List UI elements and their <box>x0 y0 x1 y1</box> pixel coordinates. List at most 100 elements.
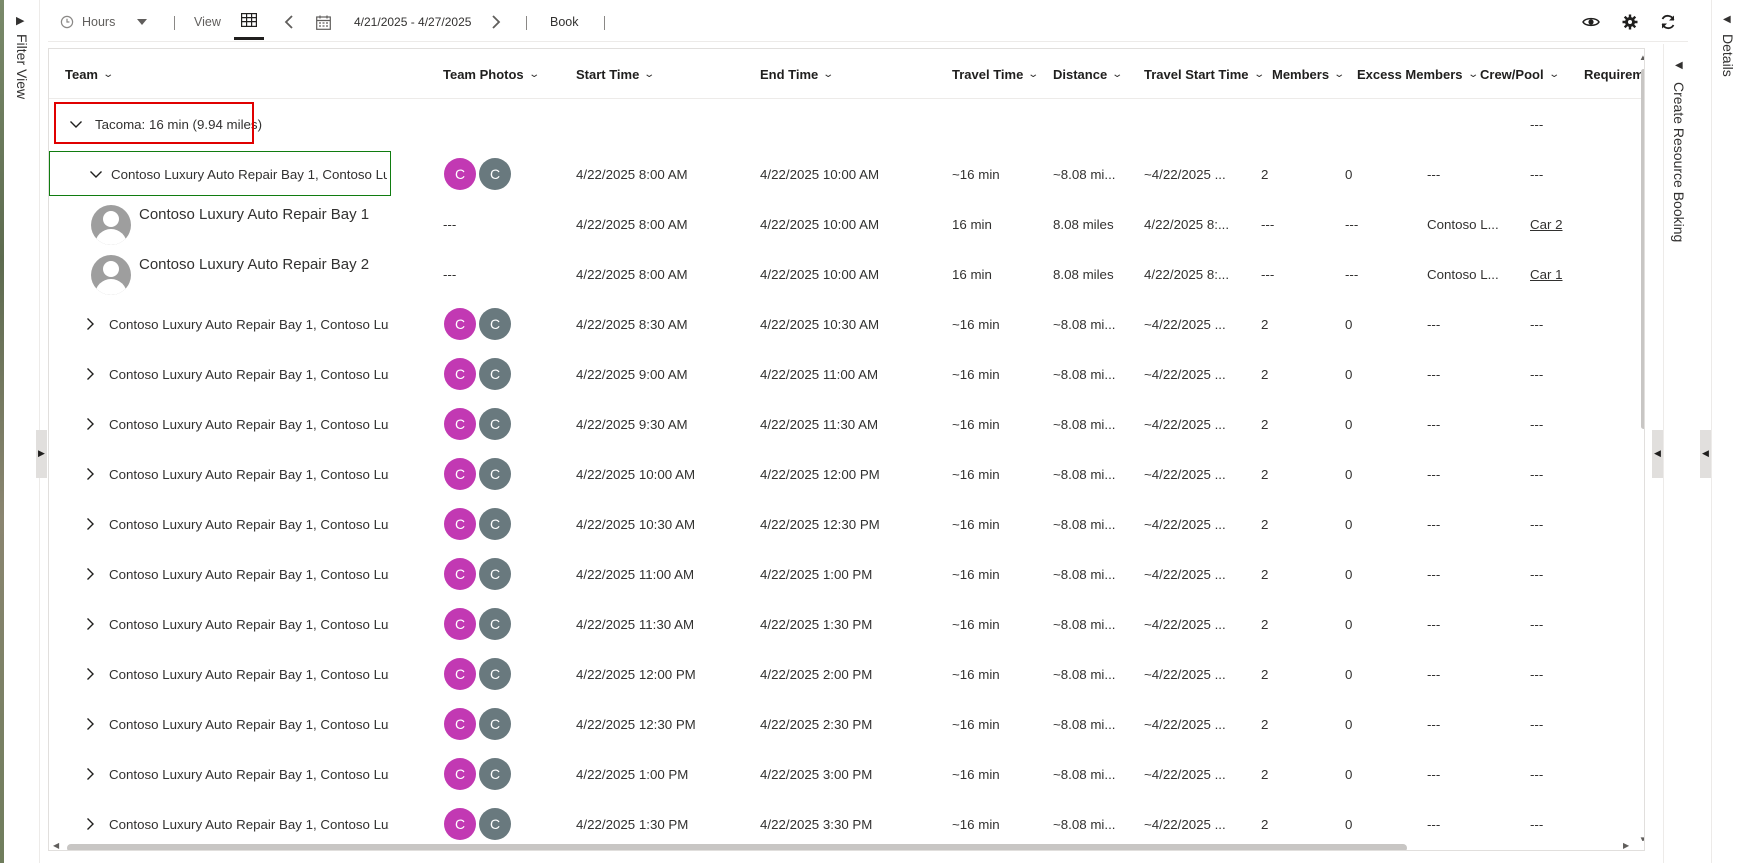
requirement: --- <box>1530 616 1544 632</box>
members: 2 <box>1261 516 1269 532</box>
travel-start-time: ~4/22/2025 ... <box>1144 516 1226 532</box>
horizontal-scrollbar[interactable]: ◀ ▶ <box>49 841 1644 850</box>
vertical-scroll-thumb[interactable] <box>1641 69 1644 429</box>
team-photos: --- <box>443 266 457 282</box>
travel-start-time: ~4/22/2025 ... <box>1144 466 1226 482</box>
team-row[interactable]: Contoso Luxury Auto Repair Bay 1, Contos… <box>49 549 1644 599</box>
team-name: Contoso Luxury Auto Repair Bay 1, Contos… <box>109 416 389 432</box>
excess-members: 0 <box>1345 766 1353 782</box>
crew-pool: --- <box>1427 516 1441 532</box>
expand-row-icon[interactable] <box>83 349 97 399</box>
requirement: --- <box>1530 166 1544 182</box>
expand-details-icon[interactable]: ◀ <box>1723 14 1731 25</box>
expand-row-icon[interactable] <box>83 299 97 349</box>
column-header-requirement[interactable]: Requirem <box>1584 49 1644 99</box>
results-grid: Team ⌄ Team Photos ⌄ Start Time ⌄ End Time ⌄… <box>48 48 1645 851</box>
date-range[interactable]: 4/21/2025 - 4/27/2025 <box>354 2 471 42</box>
members: --- <box>1261 266 1275 282</box>
team-row[interactable]: Contoso Luxury Auto Repair Bay 1, Contos… <box>49 449 1644 499</box>
filter-view-pane[interactable]: ▶ Filter View <box>4 0 40 863</box>
refresh-button[interactable] <box>1660 2 1676 42</box>
book-button[interactable]: Book <box>550 2 579 42</box>
scroll-left-icon[interactable]: ◀ <box>53 841 59 850</box>
expand-row-icon[interactable] <box>83 699 97 749</box>
vertical-scrollbar[interactable]: ▲ ▼ <box>1639 49 1644 850</box>
start-time: 4/22/2025 9:00 AM <box>576 366 688 382</box>
group-row[interactable]: Tacoma: 16 min (9.94 miles) --- <box>49 99 1644 149</box>
travel-time: ~16 min <box>952 566 1000 582</box>
requirement-link[interactable]: Car 1 <box>1530 249 1563 299</box>
left-splitter[interactable]: ▶ <box>36 430 47 478</box>
grid-view-button[interactable] <box>234 2 264 40</box>
requirement: --- <box>1530 316 1544 332</box>
column-header-end-time[interactable]: End Time ⌄ <box>760 49 834 99</box>
expand-row-icon[interactable] <box>83 599 97 649</box>
column-header-team[interactable]: Team ⌄ <box>65 49 114 99</box>
column-header-members[interactable]: Members ⌄ <box>1272 49 1345 99</box>
end-time: 4/22/2025 1:00 PM <box>760 566 873 582</box>
person-icon <box>91 205 131 245</box>
previous-week-button[interactable] <box>284 2 294 42</box>
details-pane[interactable]: ◀ Details <box>1711 0 1742 863</box>
column-header-travel-time[interactable]: Travel Time ⌄ <box>952 49 1039 99</box>
column-header-excess-members[interactable]: Excess Members ⌄ <box>1357 49 1479 99</box>
column-label: Requirem <box>1584 66 1644 82</box>
start-time: 4/22/2025 8:30 AM <box>576 316 688 332</box>
create-resource-booking-label: Create Resource Booking <box>1671 82 1687 243</box>
team-row[interactable]: Contoso Luxury Auto Repair Bay 1, Contos… <box>49 349 1644 399</box>
caret-left-icon: ◀ <box>1654 448 1661 458</box>
distance: ~8.08 mi... <box>1053 666 1116 682</box>
column-label: Travel Time <box>952 66 1024 82</box>
expand-filter-icon[interactable]: ▶ <box>16 14 24 27</box>
travel-time: 16 min <box>952 216 992 232</box>
expand-row-icon[interactable] <box>83 399 97 449</box>
expand-row-icon[interactable] <box>83 449 97 499</box>
caret-left-icon: ◀ <box>1702 448 1709 458</box>
column-header-crew-pool[interactable]: Crew/Pool ⌄ <box>1480 49 1560 99</box>
column-header-distance[interactable]: Distance ⌄ <box>1053 49 1123 99</box>
team-row[interactable]: Contoso Luxury Auto Repair Bay 1, Contos… <box>49 399 1644 449</box>
booking-splitter[interactable]: ◀ <box>1652 430 1663 478</box>
expand-booking-icon[interactable]: ◀ <box>1675 60 1683 71</box>
column-header-start-time[interactable]: Start Time ⌄ <box>576 49 655 99</box>
scroll-up-icon[interactable]: ▲ <box>1639 53 1644 62</box>
expand-row-icon[interactable] <box>83 549 97 599</box>
team-row[interactable]: Contoso Luxury Auto Repair Bay 1, Contos… <box>49 649 1644 699</box>
requirement-link[interactable]: Car 2 <box>1530 199 1563 249</box>
scroll-right-icon[interactable]: ▶ <box>1623 841 1629 850</box>
hours-dropdown[interactable]: Hours <box>60 2 148 42</box>
end-time: 4/22/2025 11:00 AM <box>760 366 879 382</box>
resource-row[interactable]: Contoso Luxury Auto Repair Bay 2 --- 4/2… <box>49 249 1644 299</box>
team-row[interactable]: Contoso Luxury Auto Repair Bay 1, Contos… <box>49 299 1644 349</box>
members: 2 <box>1261 366 1269 382</box>
crew-pool: --- <box>1427 466 1441 482</box>
travel-time: ~16 min <box>952 666 1000 682</box>
travel-start-time: ~4/22/2025 ... <box>1144 666 1226 682</box>
travel-start-time: ~4/22/2025 ... <box>1144 766 1226 782</box>
resource-row[interactable]: Contoso Luxury Auto Repair Bay 1 --- 4/2… <box>49 199 1644 249</box>
create-resource-booking-pane[interactable]: ◀ Create Resource Booking <box>1663 44 1695 863</box>
show-hide-button[interactable] <box>1582 2 1600 42</box>
start-time: 4/22/2025 1:00 PM <box>576 766 689 782</box>
team-row[interactable]: Contoso Luxury Auto Repair Bay 1, Contos… <box>49 699 1644 749</box>
team-row[interactable]: Contoso Luxury Auto Repair Bay 1, Contos… <box>49 499 1644 549</box>
team-name: Contoso Luxury Auto Repair Bay 1, Contos… <box>109 316 389 332</box>
eye-icon <box>1582 17 1600 27</box>
team-photo-avatar: C <box>479 658 511 690</box>
expand-row-icon[interactable] <box>83 649 97 699</box>
horizontal-scroll-thumb[interactable] <box>67 844 1407 850</box>
column-header-team-photos[interactable]: Team Photos ⌄ <box>443 49 540 99</box>
calendar-button[interactable] <box>316 2 331 42</box>
details-splitter[interactable]: ◀ <box>1700 430 1711 478</box>
settings-button[interactable] <box>1622 2 1638 42</box>
distance: ~8.08 mi... <box>1053 366 1116 382</box>
toolbar-divider <box>526 16 527 30</box>
column-header-travel-start-time[interactable]: Travel Start Time ⌄ <box>1144 49 1265 99</box>
distance: 8.08 miles <box>1053 266 1114 282</box>
expand-row-icon[interactable] <box>83 499 97 549</box>
distance: ~8.08 mi... <box>1053 516 1116 532</box>
expand-row-icon[interactable] <box>83 749 97 799</box>
team-row[interactable]: Contoso Luxury Auto Repair Bay 1, Contos… <box>49 749 1644 799</box>
next-week-button[interactable] <box>491 2 501 42</box>
team-row[interactable]: Contoso Luxury Auto Repair Bay 1, Contos… <box>49 599 1644 649</box>
